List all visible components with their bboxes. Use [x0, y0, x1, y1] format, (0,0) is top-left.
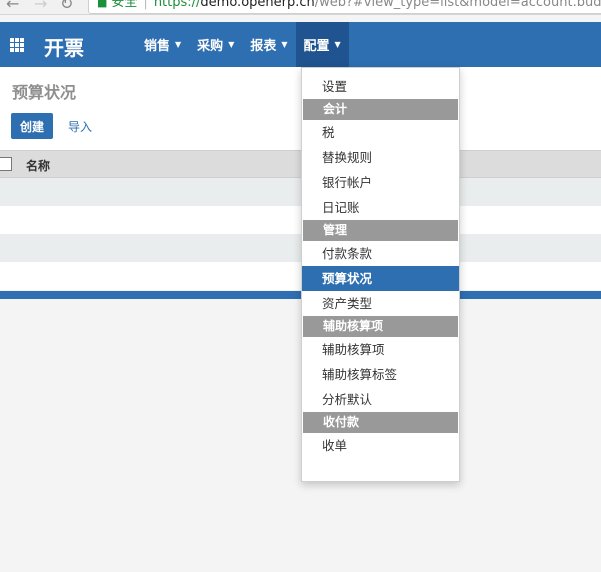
menu-label: 销售 [144, 39, 171, 54]
create-button[interactable]: 创建 [11, 113, 54, 139]
configuration-dropdown: 设置 会计 税 替换规则 银行帐户 日记账 管理 付款条款 预算状况 资产类型 … [301, 67, 460, 482]
caret-down-icon: ▼ [281, 40, 288, 49]
url-separator: | [143, 0, 148, 10]
menu-label: 配置 [303, 39, 330, 54]
import-button[interactable]: 导入 [60, 113, 100, 139]
dropdown-header-accounting: 会计 [303, 99, 458, 120]
dropdown-item-analytic-accounts[interactable]: 辅助核算项 [302, 337, 459, 362]
reload-icon[interactable]: ↻ [60, 0, 73, 13]
dropdown-item-bank-accounts[interactable]: 银行帐户 [302, 170, 459, 195]
dropdown-item-analytic-defaults[interactable]: 分析默认 [302, 387, 459, 412]
menu-label: 采购 [197, 39, 224, 54]
url-host: demo.openerp.cn [200, 0, 315, 10]
dropdown-item-analytic-tags[interactable]: 辅助核算标签 [302, 362, 459, 387]
url-path: /web?#view_type=list&model=account.budg [314, 0, 601, 10]
menu-label: 报表 [250, 39, 277, 54]
top-navbar: 开票 销售 ▼ 采购 ▼ 报表 ▼ 配置 ▼ [0, 22, 601, 67]
main-menu: 销售 ▼ 采购 ▼ 报表 ▼ 配置 ▼ [136, 22, 349, 67]
dropdown-item-asset-types[interactable]: 资产类型 [302, 291, 459, 316]
apps-grid-icon[interactable] [10, 38, 24, 52]
dropdown-item-settings[interactable]: 设置 [302, 74, 459, 99]
select-all-checkbox[interactable] [0, 157, 12, 171]
dropdown-header-analytic: 辅助核算项 [303, 316, 458, 337]
url-scheme: https:// [153, 0, 201, 10]
dropdown-header-payments: 收付款 [303, 412, 458, 433]
dropdown-item-fiscal-positions[interactable]: 替换规则 [302, 145, 459, 170]
dropdown-item-taxes[interactable]: 税 [302, 120, 459, 145]
menu-sales[interactable]: 销售 ▼ [136, 22, 189, 67]
column-header-name[interactable]: 名称 [26, 157, 50, 174]
caret-down-icon: ▼ [175, 40, 182, 49]
menu-reports[interactable]: 报表 ▼ [242, 22, 295, 67]
browser-address-bar: ← → ↻ ■ 安全 | https://demo.openerp.cn/web?#v… [0, 0, 601, 15]
forward-arrow-icon[interactable]: → [34, 0, 47, 13]
url-field[interactable]: ■ 安全 | https://demo.openerp.cn/web?#view_ty… [88, 0, 601, 14]
secure-label: 安全 [111, 0, 138, 10]
menu-purchase[interactable]: 采购 ▼ [189, 22, 242, 67]
back-arrow-icon[interactable]: ← [6, 0, 19, 13]
caret-down-icon: ▼ [334, 40, 341, 49]
app-title: 开票 [44, 36, 84, 60]
caret-down-icon: ▼ [228, 40, 235, 49]
lock-icon: ■ [97, 0, 108, 9]
dropdown-header-management: 管理 [303, 220, 458, 241]
menu-configuration[interactable]: 配置 ▼ [295, 22, 349, 67]
dropdown-item-journals[interactable]: 日记账 [302, 195, 459, 220]
dropdown-item-payment-acquirers[interactable]: 收单 [302, 433, 459, 458]
dropdown-item-payment-terms[interactable]: 付款条款 [302, 241, 459, 266]
page-title: 预算状况 [12, 83, 77, 102]
dropdown-item-budgetary-positions[interactable]: 预算状况 [302, 266, 459, 291]
